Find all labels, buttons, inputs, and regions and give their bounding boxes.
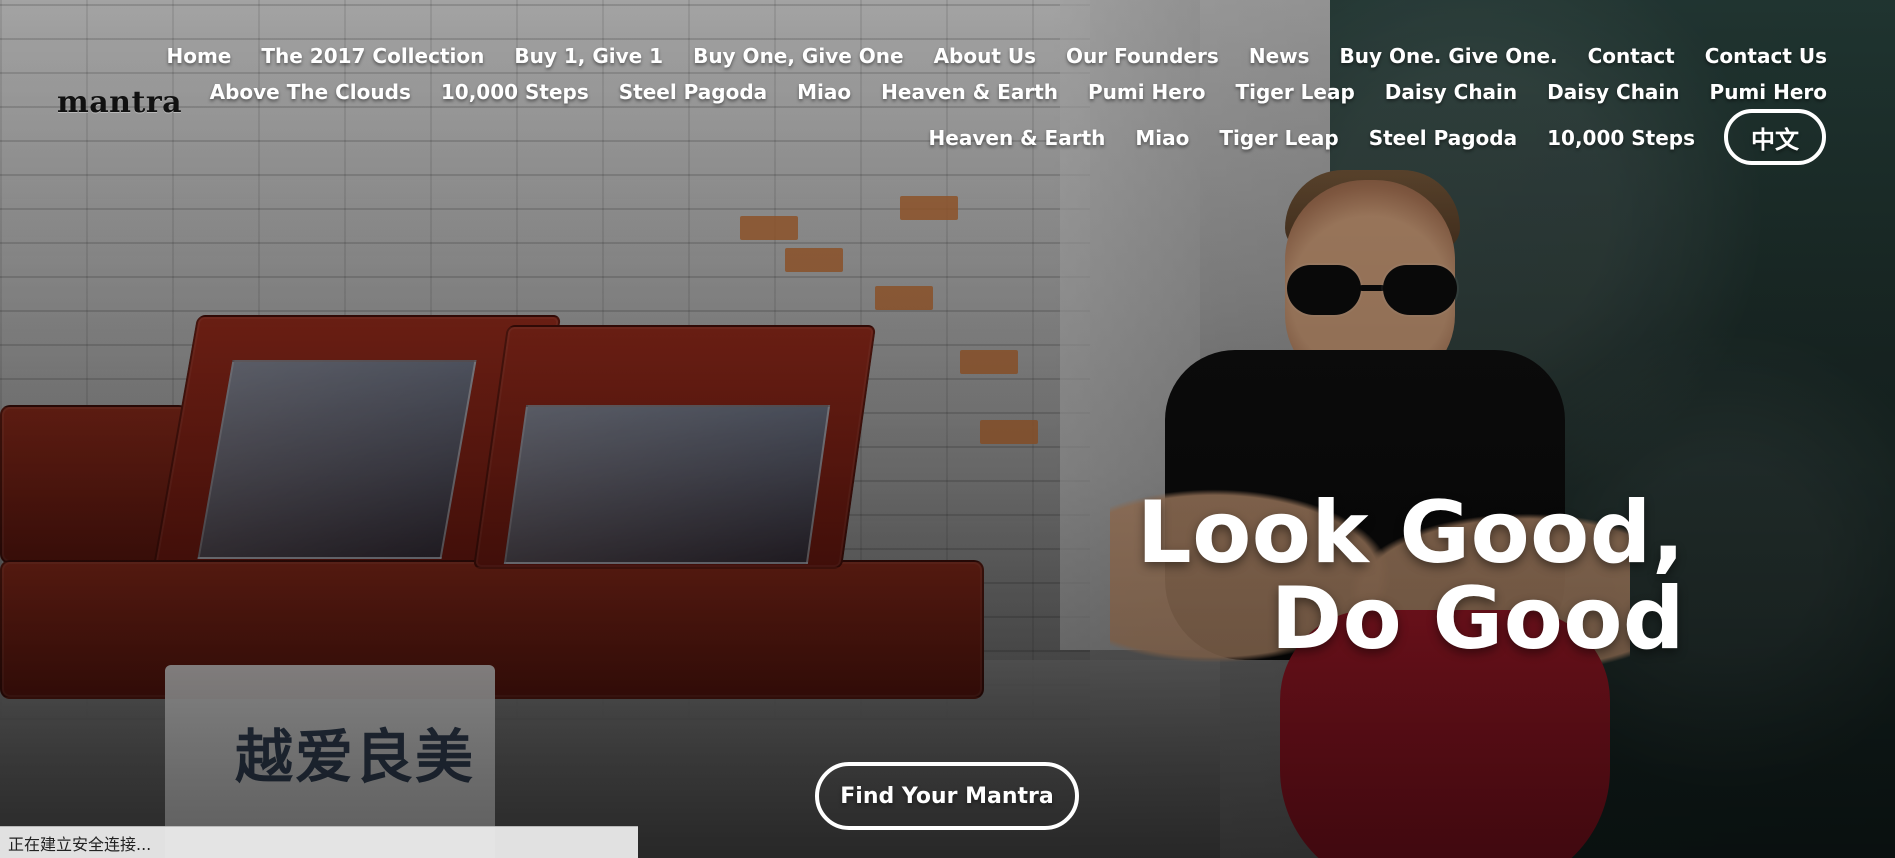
nav-link-news[interactable]: News [1249, 44, 1310, 68]
nav-link-tiger-leap[interactable]: Tiger Leap [1235, 80, 1354, 104]
nav-link-contact[interactable]: Contact [1588, 44, 1675, 68]
nav-link-above-the-clouds[interactable]: Above The Clouds [210, 80, 411, 104]
nav-row-1: Home The 2017 Collection Buy 1, Give 1 B… [166, 44, 1827, 68]
primary-navigation: Home The 2017 Collection Buy 1, Give 1 B… [0, 0, 1895, 180]
nav-link-contact-us[interactable]: Contact Us [1705, 44, 1827, 68]
nav-link-steel-pagoda-2[interactable]: Steel Pagoda [1369, 126, 1517, 150]
nav-link-daisy-chain-2[interactable]: Daisy Chain [1547, 80, 1679, 104]
nav-link-about-us[interactable]: About Us [934, 44, 1036, 68]
nav-row-3: Heaven & Earth Miao Tiger Leap Steel Pag… [929, 126, 1695, 150]
nav-link-miao-2[interactable]: Miao [1135, 126, 1189, 150]
nav-link-miao[interactable]: Miao [797, 80, 851, 104]
nav-link-buy-one-give-one-dot[interactable]: Buy One. Give One. [1340, 44, 1558, 68]
nav-link-buy1-give1[interactable]: Buy 1, Give 1 [514, 44, 663, 68]
nav-link-tiger-leap-2[interactable]: Tiger Leap [1219, 126, 1338, 150]
find-your-mantra-button[interactable]: Find Your Mantra [815, 762, 1079, 830]
nav-link-pumi-hero[interactable]: Pumi Hero [1088, 80, 1205, 104]
nav-link-home[interactable]: Home [166, 44, 231, 68]
nav-link-our-founders[interactable]: Our Founders [1066, 44, 1219, 68]
hero-section: 越爱良美 mantra Home The 2017 Collection Buy… [0, 0, 1895, 858]
nav-link-2017-collection[interactable]: The 2017 Collection [261, 44, 484, 68]
nav-link-heaven-earth[interactable]: Heaven & Earth [881, 80, 1058, 104]
nav-link-daisy-chain[interactable]: Daisy Chain [1385, 80, 1517, 104]
browser-status-bar: 正在建立安全连接... [0, 826, 638, 858]
nav-link-10000-steps[interactable]: 10,000 Steps [441, 80, 589, 104]
nav-link-10000-steps-2[interactable]: 10,000 Steps [1547, 126, 1695, 150]
nav-link-steel-pagoda[interactable]: Steel Pagoda [619, 80, 767, 104]
hero-headline: Look Good, Do Good [1125, 490, 1685, 662]
nav-row-2: Above The Clouds 10,000 Steps Steel Pago… [210, 80, 1827, 104]
nav-link-heaven-earth-2[interactable]: Heaven & Earth [929, 126, 1106, 150]
nav-link-buy-one-give-one[interactable]: Buy One, Give One [693, 44, 904, 68]
browser-status-text: 正在建立安全连接... [8, 834, 152, 854]
hero-headline-line-2: Do Good [1270, 569, 1685, 669]
language-toggle-button[interactable]: 中文 [1724, 109, 1826, 165]
hero-headline-line-1: Look Good, [1136, 483, 1685, 583]
nav-link-pumi-hero-2[interactable]: Pumi Hero [1710, 80, 1827, 104]
